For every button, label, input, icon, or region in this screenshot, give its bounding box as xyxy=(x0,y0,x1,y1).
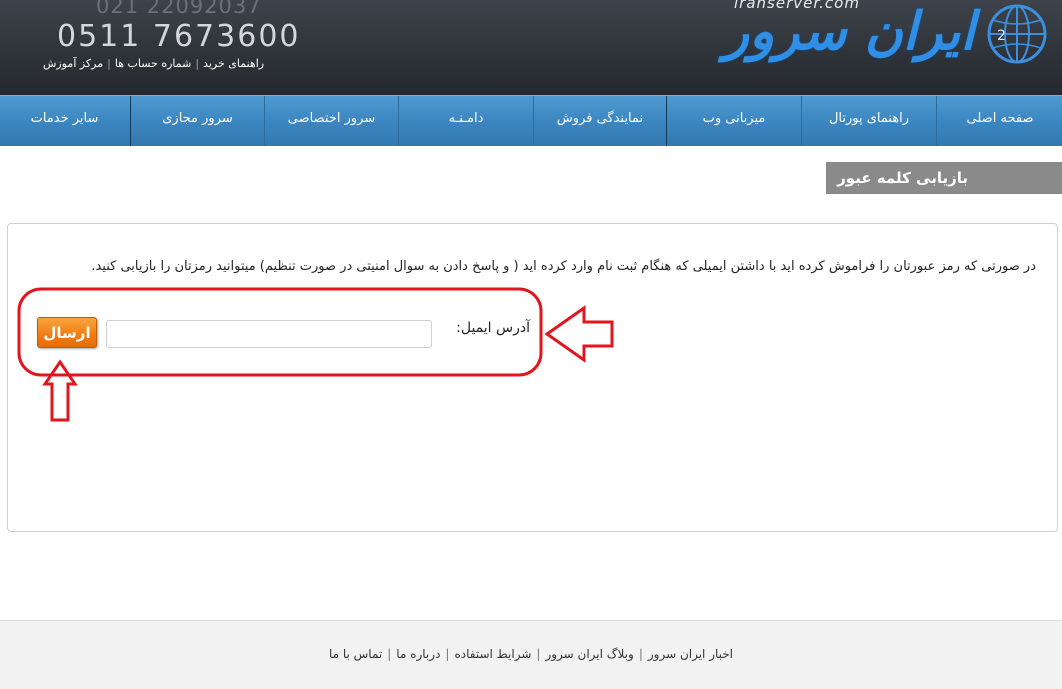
globe-logo-icon: 2 xyxy=(987,4,1047,64)
nav-reseller[interactable]: نمایندگی فروش xyxy=(533,96,666,146)
password-recovery-panel: در صورتی که رمز عبورتان را فراموش کرده ا… xyxy=(7,223,1058,532)
site-header: 021 22092037 0511 7673600 راهنمای خرید|ش… xyxy=(0,0,1062,95)
footer-link-blog[interactable]: وبلاگ ایران سرور xyxy=(545,647,633,661)
main-nav: صفحه اصلی راهنمای پورتال میزبانی وب نمای… xyxy=(0,95,1062,146)
site-footer: اخبار ایران سرور | وبلاگ ایران سرور | شرایط … xyxy=(0,620,1062,689)
nav-virtual-server[interactable]: سرور مجازی xyxy=(130,96,264,146)
separator: | xyxy=(445,647,450,661)
separator: | xyxy=(195,57,200,70)
link-bank-accounts[interactable]: شماره حساب ها xyxy=(115,57,191,70)
footer-link-terms[interactable]: شرایط استفاده xyxy=(454,647,531,661)
separator: | xyxy=(638,647,643,661)
svg-text:2: 2 xyxy=(997,28,1006,44)
phone-secondary: 021 22092037 xyxy=(96,0,262,18)
nav-other-services[interactable]: سایر خدمات xyxy=(0,96,129,146)
footer-link-contact[interactable]: تماس با ما xyxy=(329,647,382,661)
footer-link-news[interactable]: اخبار ایران سرور xyxy=(648,647,733,661)
email-label: آدرس ایمیل: xyxy=(456,320,530,336)
email-input[interactable] xyxy=(106,320,432,348)
page-title: بازیابی کلمه عبور xyxy=(826,162,1062,194)
separator: | xyxy=(107,57,111,70)
nav-domain[interactable]: دامـنـه xyxy=(398,96,533,146)
link-purchase-guide[interactable]: راهنمای خرید xyxy=(203,57,264,70)
submit-button[interactable]: ارسال xyxy=(37,317,97,348)
nav-home[interactable]: صفحه اصلی xyxy=(936,96,1062,146)
recovery-description: در صورتی که رمز عبورتان را فراموش کرده ا… xyxy=(91,259,1036,274)
top-links: راهنمای خرید|شماره حساب ها|مرکز آموزش xyxy=(43,57,264,70)
footer-links: اخبار ایران سرور | وبلاگ ایران سرور | شرایط … xyxy=(0,647,1062,661)
phone-primary: 0511 7673600 xyxy=(57,19,301,54)
footer-link-about[interactable]: درباره ما xyxy=(396,647,440,661)
nav-web-hosting[interactable]: میزبانی وب xyxy=(666,96,801,146)
nav-portal-guide[interactable]: راهنمای پورتال xyxy=(801,96,936,146)
separator: | xyxy=(536,647,541,661)
logo-latin-text: iranserver.com xyxy=(734,0,860,12)
separator: | xyxy=(387,647,392,661)
link-training-center[interactable]: مرکز آموزش xyxy=(43,57,103,70)
nav-dedicated-server[interactable]: سرور اختصاصی xyxy=(264,96,398,146)
site-logo[interactable]: ایران سرور iranserver.com xyxy=(724,0,977,72)
